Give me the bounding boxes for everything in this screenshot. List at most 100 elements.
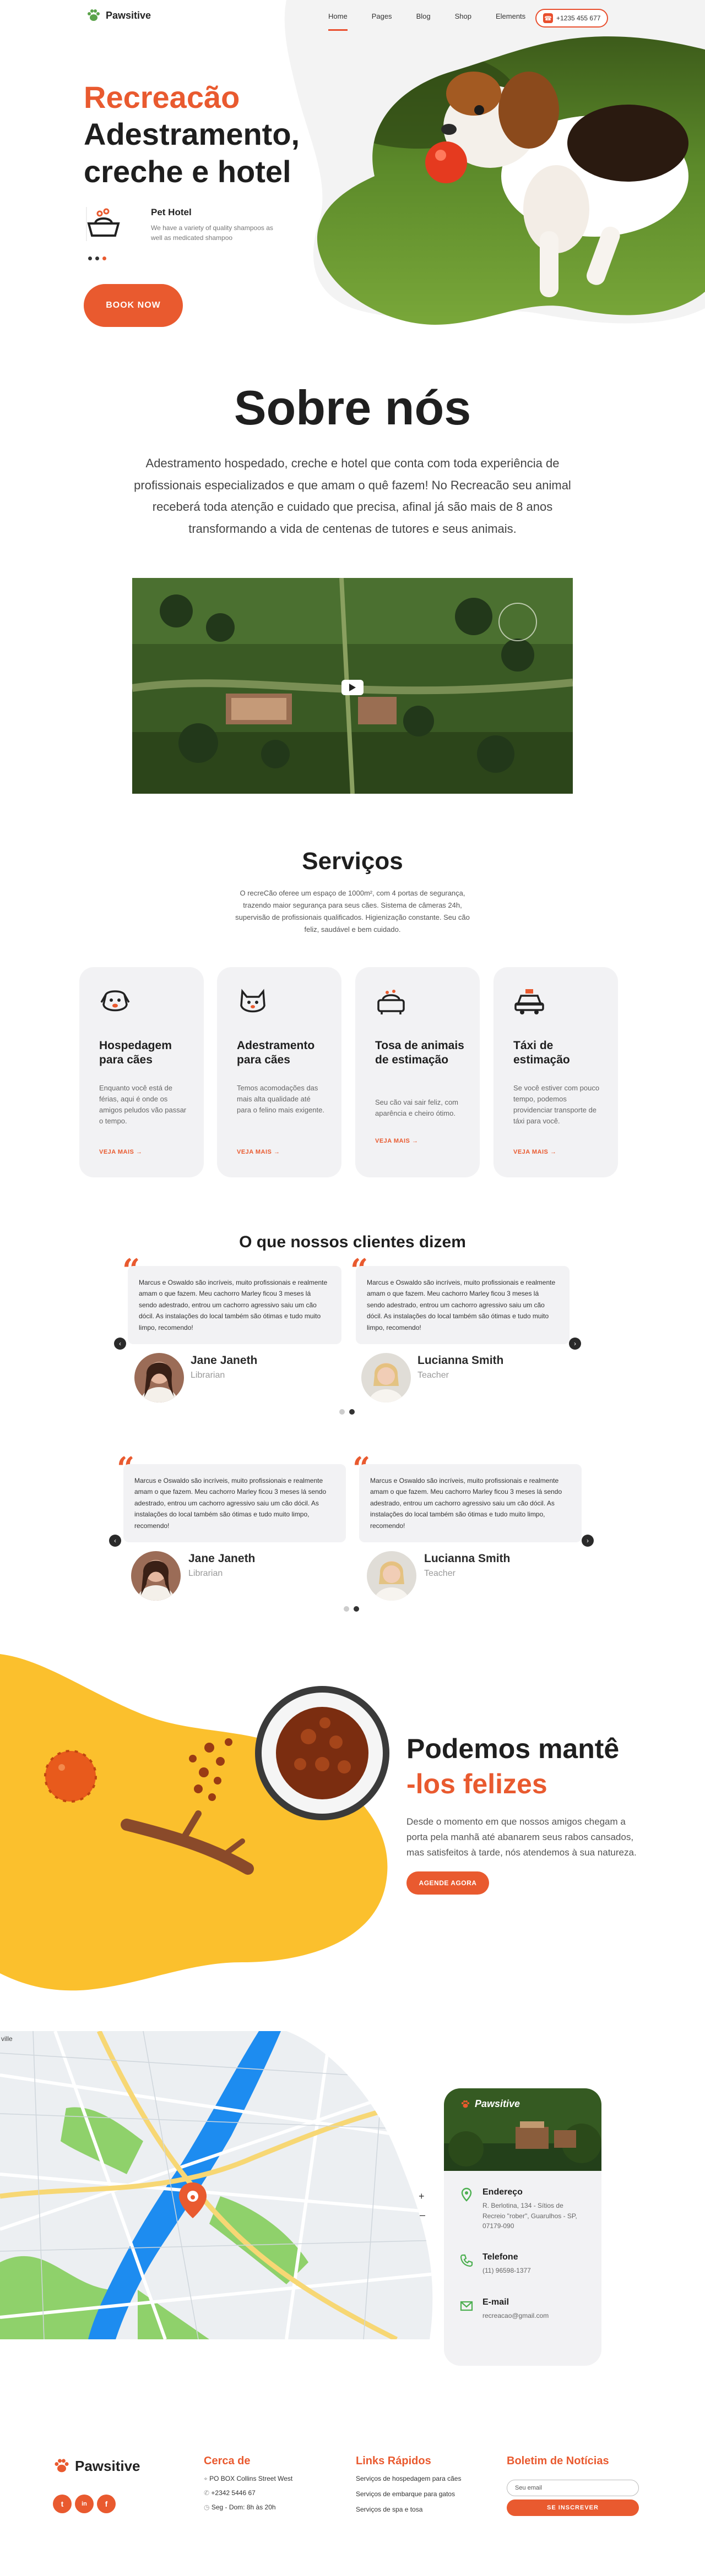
phone-icon: ☎ xyxy=(543,13,553,23)
person-name: Jane Janeth xyxy=(191,1354,258,1367)
service-more-link[interactable]: VEJA MAIS → xyxy=(237,1149,280,1155)
food-title-line1: Podemos mantê xyxy=(406,1733,620,1764)
book-now-button[interactable]: BOOK NOW xyxy=(84,284,183,327)
footer-address: ⌖ PO BOX Collins Street West xyxy=(204,2475,292,2483)
slider-dot-active[interactable] xyxy=(349,1409,355,1415)
testimonial-quote: Marcus e Oswaldo são incríveis, muito pr… xyxy=(128,1266,341,1344)
services-title: Serviços xyxy=(302,848,403,875)
nav-pages[interactable]: Pages xyxy=(372,12,392,31)
newsletter-email-input[interactable]: Seu email xyxy=(507,2480,639,2496)
service-card-tosa[interactable]: Tosa de animais de estimação Seu cão vai… xyxy=(355,967,480,1177)
service-title: Hospedagem para cães xyxy=(99,1039,172,1067)
nav-home[interactable]: Home xyxy=(328,12,348,31)
address-label: Endereço xyxy=(482,2187,523,2197)
person-role: Librarian xyxy=(191,1371,225,1380)
nav-shop[interactable]: Shop xyxy=(455,12,471,31)
testimonial-dots[interactable] xyxy=(339,1409,355,1415)
testimonial-prev-button[interactable]: ‹ xyxy=(114,1338,126,1350)
service-card-taxi[interactable]: Táxi de estimação Se você estiver com po… xyxy=(494,967,618,1177)
slider-dot[interactable] xyxy=(95,256,99,260)
service-more-link[interactable]: VEJA MAIS → xyxy=(99,1149,142,1155)
brand-name: Pawsitive xyxy=(106,9,151,21)
food-bowl-image xyxy=(255,1686,389,1820)
hero-title-line2: Adestramento, xyxy=(84,117,300,151)
address-value: R. Berlotina, 134 - Sítios de Recreio "r… xyxy=(482,2202,577,2230)
footer-link[interactable]: Serviços de embarque para gatos xyxy=(356,2490,455,2498)
pet-hotel-description: We have a variety of quality shampoos as… xyxy=(151,224,273,242)
person-name: Lucianna Smith xyxy=(417,1354,504,1367)
hero-dog-image xyxy=(317,36,705,325)
schedule-button[interactable]: AGENDE AGORA xyxy=(406,1871,489,1895)
footer-logo[interactable]: Pawsitive xyxy=(53,2457,140,2475)
service-description: Se você estiver com pouco tempo, podemos… xyxy=(513,1084,600,1126)
video-play-button[interactable] xyxy=(341,680,364,695)
service-title: Adestramento para cães xyxy=(237,1039,315,1067)
testimonial-next-button[interactable]: › xyxy=(569,1338,581,1350)
about-title: Sobre nós xyxy=(234,380,471,435)
contact-card: Pawsitive Endereço R. Berlotina, 134 - S… xyxy=(444,2088,601,2366)
map-zoom-controls[interactable]: + – xyxy=(419,2191,425,2220)
avatar xyxy=(367,1551,416,1601)
about-text: Adestramento hospedado, creche e hotel q… xyxy=(134,456,571,536)
service-more-link[interactable]: VEJA MAIS → xyxy=(375,1138,418,1144)
testimonial-next-button[interactable]: › xyxy=(582,1535,594,1547)
location-pin-icon xyxy=(461,2187,472,2202)
slider-dot-active[interactable] xyxy=(354,1606,359,1612)
clock-icon: ◷ xyxy=(204,2503,212,2511)
testimonial-quote: Marcus e Oswaldo são incríveis, muito pr… xyxy=(356,1266,570,1344)
testimonial-dots[interactable] xyxy=(344,1606,359,1612)
food-yellow-shape xyxy=(0,1654,389,1991)
services-description: O recreCão oferee um espaço de 1000m², c… xyxy=(235,889,470,934)
hero-title-line3: creche e hotel xyxy=(84,154,291,189)
person-role: Teacher xyxy=(424,1569,455,1578)
footer-phone-text: +2342 5446 67 xyxy=(211,2489,256,2497)
person-role: Teacher xyxy=(417,1371,449,1380)
service-more-link[interactable]: VEJA MAIS → xyxy=(513,1149,556,1155)
footer-links-title: Links Rápidos xyxy=(356,2455,431,2467)
slider-dot[interactable] xyxy=(102,256,106,260)
nav-blog[interactable]: Blog xyxy=(416,12,431,31)
main-nav: Home Pages Blog Shop Elements xyxy=(328,12,525,31)
twitter-icon[interactable]: t xyxy=(53,2495,72,2513)
contact-brand-logo: Pawsitive xyxy=(460,2098,520,2110)
hero-section: Pawsitive Home Pages Blog Shop Elements … xyxy=(0,0,705,352)
facebook-icon[interactable]: f xyxy=(97,2495,116,2513)
person-role: Librarian xyxy=(188,1569,223,1578)
hero-slider-dots[interactable] xyxy=(88,256,106,260)
service-description: Enquanto você está de férias, aqui é ond… xyxy=(99,1084,187,1126)
slider-dot[interactable] xyxy=(344,1606,349,1612)
toy-ball-image xyxy=(44,1750,97,1803)
dog-icon xyxy=(100,990,130,1012)
subscribe-button[interactable]: SE INSCREVER xyxy=(507,2499,639,2516)
avatar xyxy=(131,1551,181,1601)
footer-newsletter-title: Boletim de Notícias xyxy=(507,2455,609,2467)
service-card-adestramento[interactable]: Adestramento para cães Temos acomodações… xyxy=(217,967,341,1177)
instagram-icon[interactable]: in xyxy=(75,2495,94,2513)
more-label: VEJA MAIS xyxy=(99,1149,134,1155)
phone-number: +1235 455 677 xyxy=(556,14,601,22)
nav-elements[interactable]: Elements xyxy=(496,12,525,31)
footer-link[interactable]: Serviços de hospedagem para cães xyxy=(356,2475,461,2482)
location-map[interactable]: ville + – xyxy=(0,2031,441,2339)
phone-button[interactable]: ☎ +1235 455 677 xyxy=(535,9,609,28)
svg-text:+: + xyxy=(419,2191,425,2202)
email-value[interactable]: recreacao@gmail.com xyxy=(482,2311,587,2321)
slider-dot[interactable] xyxy=(339,1409,345,1415)
service-card-hospedagem[interactable]: Hospedagem para cães Enquanto você está … xyxy=(79,967,204,1177)
slider-dot-active[interactable] xyxy=(88,256,92,260)
pet-hotel-title: Pet Hotel xyxy=(151,207,192,217)
footer-brand-name: Pawsitive xyxy=(75,2457,140,2474)
person-name: Jane Janeth xyxy=(188,1552,256,1565)
footer-hours: ◷ Seg - Dom: 8h às 20h xyxy=(204,2503,276,2511)
about-video[interactable] xyxy=(132,578,573,794)
brand-logo[interactable]: Pawsitive xyxy=(86,8,151,23)
pet-bowl-icon xyxy=(86,207,120,241)
hero-title-accent: Recreacão xyxy=(84,80,240,114)
footer-link[interactable]: Serviços de spa e tosa xyxy=(356,2506,422,2513)
play-icon xyxy=(349,684,356,691)
testimonial-prev-button[interactable]: ‹ xyxy=(109,1535,121,1547)
footer-phone[interactable]: ✆ +2342 5446 67 xyxy=(204,2489,256,2497)
phone-value[interactable]: (11) 96598-1377 xyxy=(482,2266,587,2276)
location-pin-icon: ⌖ xyxy=(204,2475,210,2482)
map-place-label: ville xyxy=(1,2035,13,2043)
